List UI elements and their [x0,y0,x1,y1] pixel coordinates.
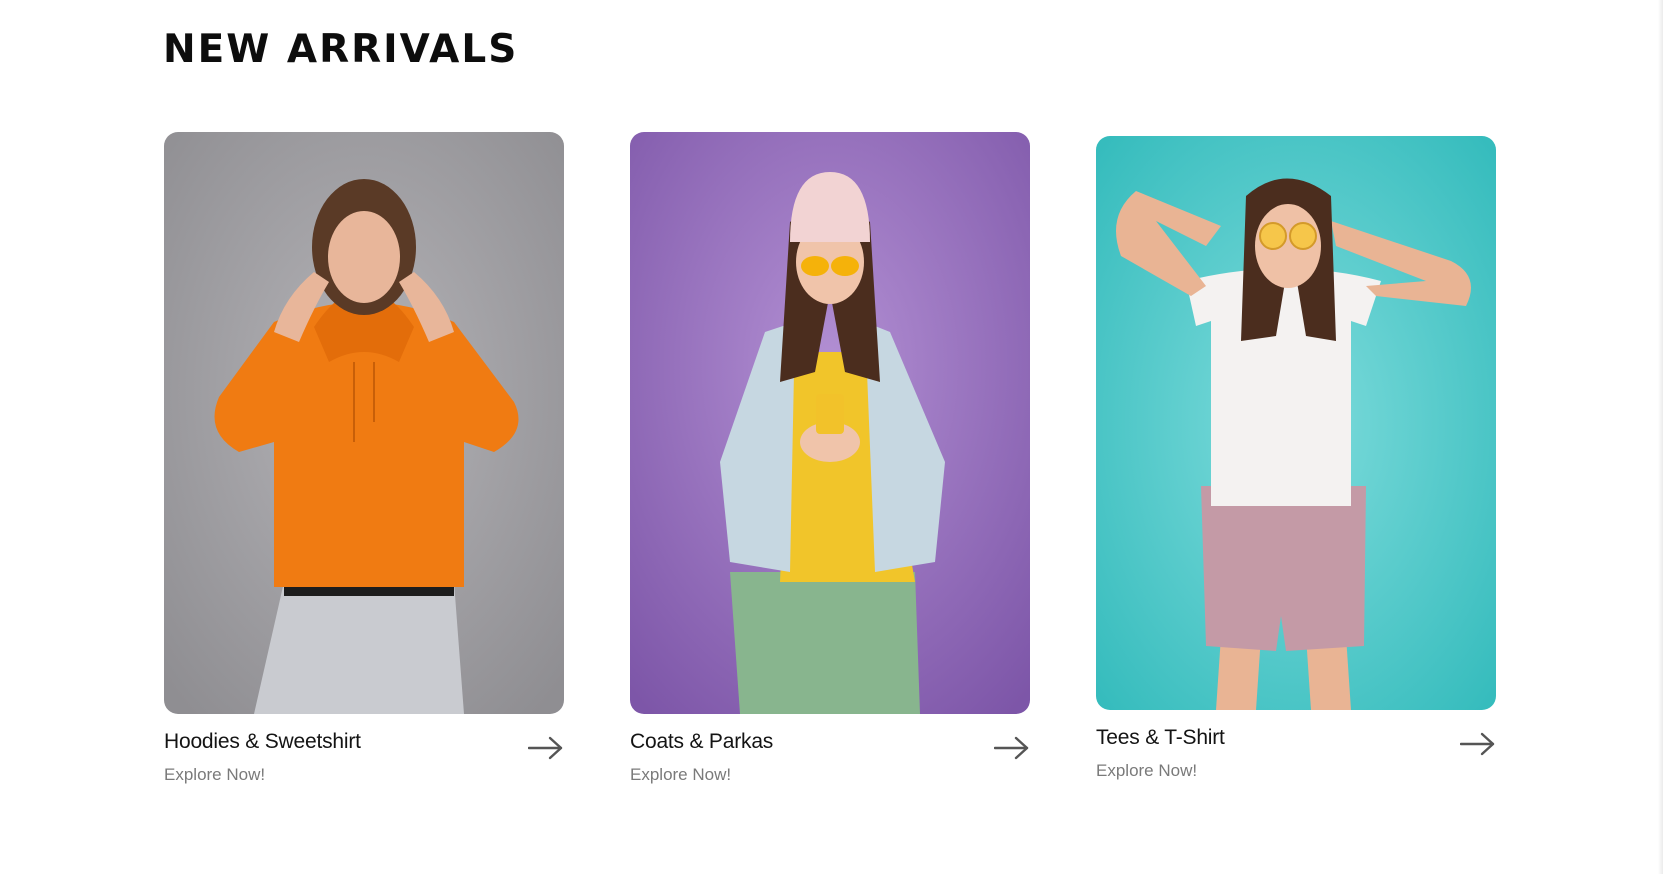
card-subtitle[interactable]: Explore Now! [630,765,1030,785]
heading-word-new: NEW [163,27,272,72]
heading-word-arrivals: ARRIVALS [286,27,519,72]
card-subtitle[interactable]: Explore Now! [1096,761,1496,781]
card-title[interactable]: Tees & T-Shirt [1096,726,1496,750]
product-image-tees[interactable] [1096,136,1496,710]
page-edge-shadow [1658,0,1663,874]
product-image-coats[interactable] [630,132,1030,714]
product-card-hoodies[interactable]: Hoodies & Sweetshirt Explore Now! [164,132,564,800]
arrow-right-icon[interactable] [528,736,564,760]
card-subtitle[interactable]: Explore Now! [164,765,564,785]
product-card-tees[interactable]: Tees & T-Shirt Explore Now! [1096,136,1496,796]
product-image-hoodies[interactable] [164,132,564,714]
arrow-right-icon[interactable] [994,736,1030,760]
product-card-coats[interactable]: Coats & Parkas Explore Now! [630,132,1030,800]
arrow-right-icon[interactable] [1460,732,1496,756]
card-title[interactable]: Hoodies & Sweetshirt [164,730,564,754]
new-arrivals-section: NEW ARRIVALS Hoodies & Sweetshirt Explor… [0,0,1663,874]
section-heading: NEW ARRIVALS [163,27,519,75]
card-title[interactable]: Coats & Parkas [630,730,1030,754]
